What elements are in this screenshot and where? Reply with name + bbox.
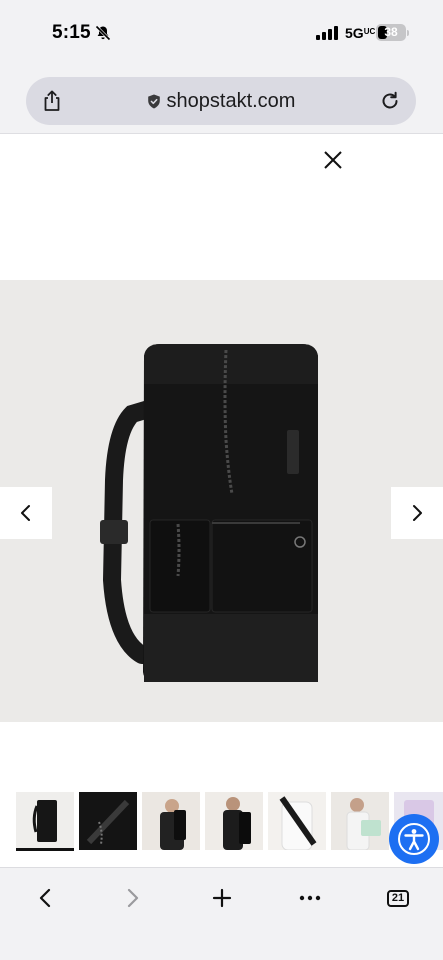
chevron-left-icon [21, 505, 30, 521]
tab-count: 21 [391, 891, 405, 904]
active-thumbnail-indicator [16, 848, 74, 851]
browser-bottom-toolbar: 21 [0, 867, 443, 960]
gallery-prev-button[interactable] [0, 487, 52, 539]
page: 5:15 5GUC 38 shopstakt.com 21 [0, 0, 443, 960]
thumbnail-2[interactable] [79, 792, 137, 850]
thumbnail-2-image [79, 792, 137, 850]
tabs-button[interactable]: 21 [378, 882, 418, 914]
forward-button[interactable] [113, 882, 153, 914]
gallery-next-button[interactable] [391, 487, 443, 539]
back-button[interactable] [25, 882, 65, 914]
accessibility-icon [398, 823, 430, 855]
more-icon [299, 895, 321, 901]
thumbnail-6-image [346, 798, 381, 850]
thumbnail-5-image [279, 796, 317, 850]
thumbnail-1-image [32, 800, 57, 842]
thumbnail-6[interactable] [331, 792, 389, 850]
thumbnail-4[interactable] [205, 792, 263, 850]
bell-slash-icon [95, 25, 111, 41]
browser-top-chrome: 5:15 5GUC 38 shopstakt.com [0, 0, 443, 134]
thumbnail-3-image [160, 799, 186, 850]
url-domain: shopstakt.com [166, 89, 296, 112]
battery-percentage: 38 [384, 25, 398, 39]
chevron-right-icon [413, 505, 422, 521]
url-display[interactable]: shopstakt.com [26, 77, 416, 125]
thumbnail-3[interactable] [142, 792, 200, 850]
cellular-signal-icon [316, 26, 338, 40]
thumbnail-1[interactable] [16, 792, 74, 850]
product-main-image [0, 280, 443, 722]
new-tab-button[interactable] [202, 882, 242, 914]
back-icon [39, 888, 51, 908]
thumbnail-4-image [223, 797, 251, 850]
product-bag-illustration [100, 344, 318, 682]
battery-icon: 38 [376, 24, 409, 41]
network-suffix: UC [363, 27, 376, 36]
thumbnail-strip[interactable] [16, 792, 443, 854]
strap-buckle [100, 520, 128, 544]
new-tab-icon [212, 888, 232, 908]
tabs-icon: 21 [387, 889, 409, 907]
url-bar[interactable]: shopstakt.com [26, 77, 416, 125]
reload-icon[interactable] [380, 91, 400, 111]
status-bar: 5:15 5GUC 38 [0, 0, 443, 66]
network-label: 5G [345, 25, 364, 41]
battery-cap [407, 30, 409, 36]
close-icon[interactable] [322, 149, 344, 171]
more-button[interactable] [290, 882, 330, 914]
thumbnail-5[interactable] [268, 792, 326, 850]
status-time: 5:15 [52, 22, 91, 43]
accessibility-button[interactable] [389, 814, 439, 864]
forward-icon [127, 888, 139, 908]
network-type: 5GUC [345, 25, 375, 41]
shield-icon [147, 94, 160, 108]
